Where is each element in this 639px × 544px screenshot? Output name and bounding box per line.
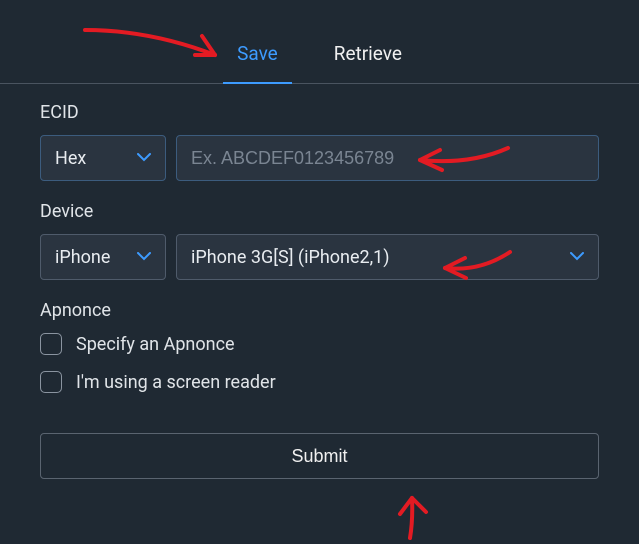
screenreader-checkbox[interactable]: [40, 371, 62, 393]
submit-label: Submit: [291, 446, 347, 466]
device-model-value: iPhone 3G[S] (iPhone2,1): [191, 247, 390, 268]
device-type-select[interactable]: iPhone: [40, 234, 166, 280]
apnonce-specify-row[interactable]: Specify an Apnonce: [40, 333, 599, 355]
chevron-down-icon: [570, 249, 584, 265]
apnonce-specify-label: Specify an Apnonce: [76, 334, 235, 355]
device-label: Device: [40, 201, 599, 222]
ecid-input[interactable]: [176, 135, 599, 181]
screenreader-label: I'm using a screen reader: [76, 372, 276, 393]
ecid-format-value: Hex: [55, 148, 86, 169]
form: ECID Hex Device iPhone iPhone 3G[S] (iPh…: [0, 84, 639, 479]
ecid-label: ECID: [40, 102, 599, 123]
tab-save-label: Save: [237, 42, 278, 65]
apnonce-label: Apnonce: [40, 300, 599, 321]
screenreader-row[interactable]: I'm using a screen reader: [40, 371, 599, 393]
ecid-format-select[interactable]: Hex: [40, 135, 166, 181]
tab-retrieve-label: Retrieve: [334, 42, 402, 65]
tab-save[interactable]: Save: [229, 42, 286, 83]
device-group: Device iPhone iPhone 3G[S] (iPhone2,1): [40, 201, 599, 280]
apnonce-specify-checkbox[interactable]: [40, 333, 62, 355]
tab-bar: Save Retrieve: [0, 0, 639, 84]
tab-retrieve[interactable]: Retrieve: [326, 42, 410, 83]
chevron-down-icon: [137, 150, 151, 166]
ecid-group: ECID Hex: [40, 102, 599, 181]
apnonce-group: Apnonce Specify an Apnonce I'm using a s…: [40, 300, 599, 393]
submit-button[interactable]: Submit: [40, 433, 599, 479]
device-type-value: iPhone: [55, 247, 110, 268]
device-model-select[interactable]: iPhone 3G[S] (iPhone2,1): [176, 234, 599, 280]
chevron-down-icon: [137, 249, 151, 265]
